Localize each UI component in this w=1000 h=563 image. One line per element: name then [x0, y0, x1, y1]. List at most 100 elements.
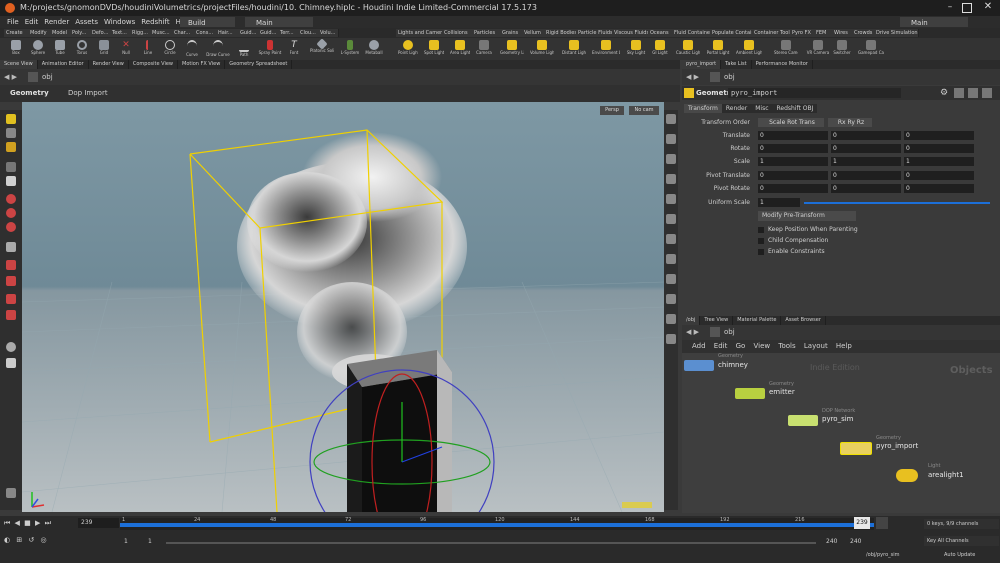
- magnet-snap-icon[interactable]: [6, 310, 16, 320]
- child-compensation-checkbox[interactable]: Child Compensation: [758, 236, 828, 245]
- scale-z-field[interactable]: 1: [904, 157, 974, 166]
- maximize-button[interactable]: [962, 3, 972, 13]
- shelf-tab[interactable]: Pyro FX: [790, 29, 815, 37]
- menu-redshift[interactable]: Redshift: [141, 16, 169, 28]
- close-button[interactable]: ✕: [982, 1, 994, 13]
- light-icon[interactable]: [6, 358, 16, 368]
- minimize-button[interactable]: –: [945, 3, 955, 13]
- network-editor[interactable]: Indie Edition Objects Geometry chimney G…: [682, 353, 1000, 513]
- caustic-light-tool[interactable]: Caustic Light: [676, 39, 700, 59]
- tab-transform[interactable]: Transform: [684, 104, 722, 113]
- timeline-bar[interactable]: 1 24 48 72 96 120 144 168 192 216 239: [120, 517, 874, 530]
- modify-pre-transform-button[interactable]: Modify Pre-Transform: [758, 211, 856, 221]
- gear-icon[interactable]: ⚙: [940, 88, 950, 98]
- grid-display-icon[interactable]: [666, 274, 676, 284]
- shelf-tab[interactable]: Musc...: [150, 29, 173, 37]
- shelf-tab[interactable]: Terr...: [278, 29, 299, 37]
- safe-area-icon[interactable]: [666, 314, 676, 324]
- tab-composite-view[interactable]: Composite View: [129, 60, 178, 69]
- uniform-scale-slider[interactable]: [804, 202, 990, 204]
- snap-grid-icon[interactable]: [6, 208, 16, 218]
- shelf-tab[interactable]: Cons...: [194, 29, 217, 37]
- point-light-tool[interactable]: Point Light: [398, 39, 418, 59]
- menu-windows[interactable]: Windows: [104, 16, 135, 28]
- tab-performance-monitor[interactable]: Performance Monitor: [752, 60, 813, 69]
- stereo-camera-tool[interactable]: Stereo Camera: [774, 39, 798, 59]
- main-select[interactable]: Main: [245, 17, 313, 27]
- shelf-tab[interactable]: Modify: [28, 29, 51, 37]
- keep-position-checkbox[interactable]: Keep Position When Parenting: [758, 225, 858, 234]
- spot-light-tool[interactable]: Spot Light: [424, 39, 444, 59]
- menu-render[interactable]: Render: [44, 16, 69, 28]
- snap-icon[interactable]: [6, 194, 16, 204]
- range-start[interactable]: 1: [124, 538, 128, 545]
- menu-layout[interactable]: Layout: [804, 340, 828, 353]
- pivot-translate-z-field[interactable]: 0: [904, 171, 974, 180]
- shelf-tab[interactable]: Wires: [832, 29, 853, 37]
- select-tool-icon[interactable]: [6, 114, 16, 124]
- viewport-3d[interactable]: Persp No cam: [22, 102, 664, 512]
- shelf-tab[interactable]: Collisions: [442, 29, 473, 37]
- menu-help[interactable]: Help: [836, 340, 852, 353]
- camera-view-icon[interactable]: [6, 342, 16, 352]
- path-tool[interactable]: Path: [234, 39, 254, 59]
- points-icon[interactable]: [666, 194, 676, 204]
- playhead[interactable]: 239: [854, 517, 870, 529]
- auto-update-button[interactable]: Auto Update: [944, 552, 975, 558]
- tab-misc[interactable]: Misc: [751, 104, 773, 113]
- switcher-tool[interactable]: Switcher: [832, 39, 852, 59]
- menu-edit[interactable]: Edit: [25, 16, 39, 28]
- wireframe-icon[interactable]: [666, 154, 676, 164]
- rotate-order-select[interactable]: Rx Ry Rz: [828, 118, 872, 127]
- curve-tool[interactable]: Curve: [182, 39, 202, 59]
- back-arrow-icon[interactable]: ◀ ▶: [686, 73, 699, 81]
- playback-controls[interactable]: ⏮ ◀ ■ ▶ ⏭: [4, 519, 52, 528]
- metaball-tool[interactable]: Metaball: [364, 39, 384, 59]
- right-main-select[interactable]: Main: [900, 17, 968, 27]
- shelf-tab[interactable]: Create: [4, 29, 29, 37]
- tab-scene-view[interactable]: Scene View: [0, 60, 38, 69]
- tab-pyro-import[interactable]: pyro_import: [682, 60, 722, 69]
- draw-curve-tool[interactable]: Draw Curve: [206, 39, 230, 59]
- shelf-tab[interactable]: Vellum: [522, 29, 545, 37]
- shelf-tab[interactable]: Poly...: [70, 29, 91, 37]
- audio-controls[interactable]: ◐ ⊞ ↺ ◎: [4, 536, 64, 548]
- menu-edit[interactable]: Edit: [714, 340, 728, 353]
- scale-x-field[interactable]: 1: [758, 157, 828, 166]
- range-end[interactable]: 240: [826, 538, 837, 545]
- tab-asset-browser[interactable]: Asset Browser: [781, 316, 826, 325]
- display-icon[interactable]: [666, 114, 676, 124]
- box-tool[interactable]: Box: [6, 39, 26, 59]
- circle-tool[interactable]: Circle: [160, 39, 180, 59]
- shelf-tab[interactable]: FEM: [814, 29, 833, 37]
- menu-tools[interactable]: Tools: [778, 340, 795, 353]
- range-start-2[interactable]: 1: [148, 538, 152, 545]
- tab-material-palette[interactable]: Material Palette: [733, 316, 782, 325]
- magnet-icon[interactable]: [6, 260, 16, 270]
- back-arrow-icon[interactable]: ◀ ▶: [686, 328, 699, 336]
- snapshot-icon[interactable]: [666, 334, 676, 344]
- tab-take-list[interactable]: Take List: [721, 60, 752, 69]
- l-system-tool[interactable]: L-System: [340, 39, 360, 59]
- shelf-tab[interactable]: Crowds: [852, 29, 875, 37]
- lights-icon[interactable]: [666, 234, 676, 244]
- back-arrow-icon[interactable]: ◀ ▶: [4, 73, 17, 81]
- rotate-y-field[interactable]: 0: [831, 144, 901, 153]
- distant-light-tool[interactable]: Distant Light: [562, 39, 586, 59]
- node-name-field[interactable]: pyro_import: [728, 88, 901, 98]
- pivot-translate-x-field[interactable]: 0: [758, 171, 828, 180]
- shelf-tab[interactable]: Fluid Containers: [672, 29, 711, 37]
- move-tool-icon[interactable]: [6, 128, 16, 138]
- shelf-tab[interactable]: Particles: [472, 29, 501, 37]
- tab-render[interactable]: Render: [721, 104, 752, 113]
- settings-icon[interactable]: [6, 488, 16, 498]
- shelf-tab[interactable]: Lights and Cameras: [396, 29, 443, 37]
- shelf-tab[interactable]: Particle Fluids: [576, 29, 613, 37]
- key-all-channels-button[interactable]: Key All Channels: [924, 536, 999, 546]
- range-end-2[interactable]: 240: [850, 538, 861, 545]
- shelf-tab[interactable]: Hair...: [216, 29, 239, 37]
- tab-animation-editor[interactable]: Animation Editor: [38, 60, 89, 69]
- tab-obj[interactable]: /obj: [682, 316, 701, 325]
- view-tool-icon[interactable]: [6, 176, 16, 186]
- lasso-icon[interactable]: [6, 294, 16, 304]
